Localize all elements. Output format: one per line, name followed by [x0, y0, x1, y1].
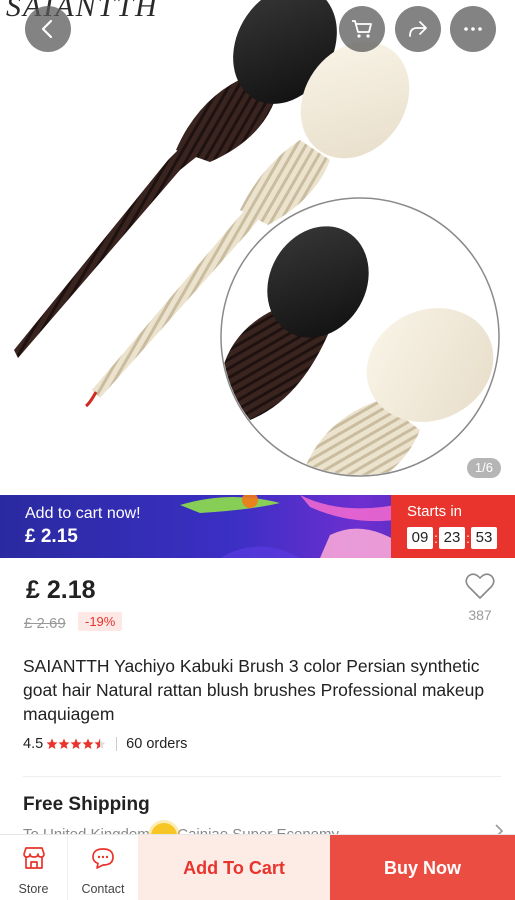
cart-button[interactable]	[339, 6, 385, 52]
starts-in-label: Starts in	[407, 503, 463, 520]
store-button[interactable]: Store	[0, 835, 68, 900]
promo-title: Add to cart now!	[25, 505, 141, 522]
section-divider	[23, 776, 501, 777]
store-icon	[22, 847, 45, 869]
rating-row[interactable]: 4.5 60 orders	[23, 736, 187, 752]
gallery-page-indicator: 1/6	[466, 458, 501, 478]
countdown-timer: 09 : 23 : 53	[407, 527, 497, 549]
current-price: £ 2.18	[26, 576, 96, 604]
back-arrow-icon	[41, 19, 53, 39]
product-title: SAIANTTH Yachiyo Kabuki Brush 3 color Pe…	[23, 656, 485, 724]
star-icon	[46, 738, 58, 749]
promo-price: £ 2.15	[25, 526, 78, 547]
star-icon	[82, 738, 94, 749]
store-label: Store	[18, 882, 49, 896]
cart-icon	[352, 20, 372, 38]
heart-icon	[465, 573, 495, 599]
more-icon	[464, 27, 482, 31]
flash-deal-banner[interactable]: Add to cart now! £ 2.15 Starts in 09 : 2…	[0, 495, 515, 558]
more-options-button[interactable]	[450, 6, 496, 52]
wishlist-count: 387	[468, 607, 492, 623]
chat-icon	[92, 848, 114, 869]
back-button[interactable]	[25, 6, 71, 52]
product-photo[interactable]	[0, 0, 515, 495]
bottom-action-bar: Store Contact Add To Cart Buy Now	[0, 834, 515, 900]
wishlist-button[interactable]: 387	[463, 572, 497, 623]
product-image-gallery[interactable]: SAIANTTH 1/6	[0, 0, 515, 495]
shipping-title: Free Shipping	[23, 794, 150, 815]
star-icon	[70, 738, 82, 749]
timer-hours: 09	[407, 527, 433, 549]
contact-label: Contact	[81, 882, 125, 896]
timer-minutes: 23	[439, 527, 465, 549]
add-to-cart-button[interactable]: Add To Cart	[138, 835, 330, 900]
rating-stars	[46, 738, 106, 750]
rating-value: 4.5	[23, 736, 44, 752]
original-price: £ 2.69	[24, 615, 66, 632]
contact-button[interactable]: Contact	[69, 835, 137, 900]
orders-count: 60 orders	[126, 736, 188, 752]
buy-now-button[interactable]: Buy Now	[330, 835, 515, 900]
discount-badge: -19%	[78, 612, 123, 631]
share-icon	[409, 21, 427, 37]
rating-divider	[116, 737, 118, 751]
half-star-icon	[94, 738, 106, 749]
star-icon	[58, 738, 70, 749]
share-button[interactable]	[395, 6, 441, 52]
timer-seconds: 53	[471, 527, 497, 549]
countdown-box: Starts in 09 : 23 : 53	[391, 495, 515, 558]
